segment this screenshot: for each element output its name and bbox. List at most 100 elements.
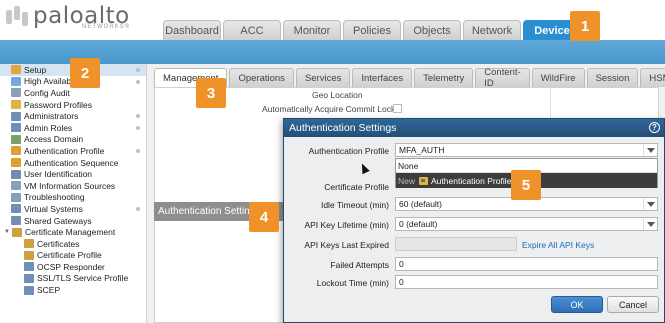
sidebar-item-icon: [11, 123, 21, 133]
callout-4: 4: [249, 202, 279, 232]
sidebar-item-shared-gateways[interactable]: Shared Gateways: [0, 215, 146, 227]
sidebar-item-ssl-tls-service-profile[interactable]: SSL/TLS Service Profile: [0, 273, 146, 285]
app-header: paloalto NETWORKS® Dashboard ACC Monitor…: [0, 0, 665, 40]
expand-icon[interactable]: ▼: [4, 229, 11, 235]
sidebar-item-user-identification[interactable]: User Identification: [0, 168, 146, 180]
cancel-button[interactable]: Cancel: [607, 296, 659, 313]
sidebar-item-icon: [11, 192, 21, 202]
subtab-telemetry[interactable]: Telemetry: [414, 68, 474, 87]
sidebar-item-label: Troubleshooting: [24, 192, 85, 203]
sidebar-item-virtual-systems[interactable]: Virtual Systems: [0, 203, 146, 215]
api-key-lifetime-label: API Key Lifetime (min): [304, 220, 389, 230]
status-dot-icon: [136, 79, 140, 84]
acquire-lock-label: Automatically Acquire Commit Lock: [262, 104, 396, 114]
chevron-down-icon[interactable]: [643, 144, 657, 156]
subtab-session[interactable]: Session: [586, 68, 639, 87]
status-dot-icon: [136, 149, 140, 154]
tab-network[interactable]: Network: [463, 20, 521, 40]
sidebar-item-troubleshooting[interactable]: Troubleshooting: [0, 192, 146, 204]
failed-attempts-value: 0: [399, 259, 404, 269]
sidebar-item-label: Certificate Profile: [37, 250, 102, 261]
dropdown-new-label: Authentication Profile: [431, 175, 512, 186]
auth-profile-select[interactable]: MFA_AUTH: [395, 143, 658, 157]
sidebar-item-access-domain[interactable]: Access Domain: [0, 134, 146, 146]
chevron-down-icon[interactable]: [643, 198, 657, 210]
paloalto-logo-icon: [6, 4, 30, 28]
sidebar-item-icon: [11, 169, 21, 179]
mouse-cursor-icon: [358, 161, 370, 175]
dialog-title-bar: Authentication Settings ?: [284, 119, 664, 137]
sidebar-item-label: OCSP Responder: [37, 261, 105, 272]
lockout-time-value: 0: [399, 277, 404, 287]
failed-attempts-input[interactable]: 0: [395, 257, 658, 271]
sidebar-item-icon: [11, 204, 21, 214]
sidebar-item-certificate-management[interactable]: ▼ Certificate Management: [0, 226, 146, 238]
sidebar-item-ocsp-responder[interactable]: OCSP Responder: [0, 261, 146, 273]
sidebar-item-icon: [11, 111, 21, 121]
sidebar-item-icon: [11, 158, 21, 168]
authentication-profile-icon: [419, 176, 429, 185]
subtab-content-id[interactable]: Content-ID: [475, 67, 530, 89]
sidebar-item-icon: [24, 262, 34, 272]
sidebar-item-label: Virtual Systems: [24, 203, 83, 214]
brand-sub: NETWORKS®: [82, 24, 131, 30]
idle-timeout-value: 60 (default): [399, 199, 442, 209]
sidebar-item-icon: [24, 273, 34, 283]
sidebar-item-authentication-sequence[interactable]: Authentication Sequence: [0, 157, 146, 169]
api-key-lifetime-field[interactable]: 0 (default): [395, 217, 658, 231]
sidebar-item-icon: [11, 100, 21, 110]
tab-monitor[interactable]: Monitor: [283, 20, 341, 40]
sidebar-item-label: Authentication Sequence: [24, 157, 119, 168]
sidebar-item-password-profiles[interactable]: Password Profiles: [0, 99, 146, 111]
ok-button[interactable]: OK: [551, 296, 603, 313]
sidebar-item-label: Administrators: [24, 111, 79, 122]
sidebar: Setup High Availability Config Audit Passwo…: [0, 64, 147, 323]
sidebar-item-config-audit[interactable]: Config Audit: [0, 87, 146, 99]
sidebar-item-admin-roles[interactable]: Admin Roles: [0, 122, 146, 134]
callout-2: 2: [70, 58, 100, 88]
api-keys-last-expired-label: API Keys Last Expired: [304, 240, 389, 250]
sidebar-item-authentication-profile[interactable]: Authentication Profile: [0, 145, 146, 157]
tab-policies[interactable]: Policies: [343, 20, 401, 40]
sidebar-item-label: User Identification: [24, 169, 93, 180]
expire-all-api-keys-link[interactable]: Expire All API Keys: [522, 240, 594, 250]
sidebar-item-icon: [11, 181, 21, 191]
sidebar-item-label: SSL/TLS Service Profile: [37, 273, 129, 284]
dialog-title: Authentication Settings: [289, 122, 397, 134]
sidebar-item-label: Password Profiles: [24, 99, 93, 110]
tab-objects[interactable]: Objects: [403, 20, 461, 40]
sidebar-item-certificate-profile[interactable]: Certificate Profile: [0, 250, 146, 262]
acquire-lock-checkbox[interactable]: [393, 104, 402, 113]
subtab-hsm[interactable]: HSM: [640, 68, 665, 87]
subtab-operations[interactable]: Operations: [229, 68, 294, 87]
callout-3: 3: [196, 78, 226, 108]
top-nav: Dashboard ACC Monitor Policies Objects N…: [163, 20, 581, 40]
subtab-interfaces[interactable]: Interfaces: [352, 68, 413, 87]
subtab-wildfire[interactable]: WildFire: [531, 68, 585, 87]
help-icon[interactable]: ?: [649, 122, 660, 133]
sidebar-item-vm-information-sources[interactable]: VM Information Sources: [0, 180, 146, 192]
sidebar-item-icon: [11, 76, 21, 86]
tab-acc[interactable]: ACC: [223, 20, 281, 40]
lockout-time-input[interactable]: 0: [395, 275, 658, 289]
subtab-services[interactable]: Services: [295, 68, 351, 87]
sidebar-item-icon: [24, 285, 34, 295]
api-key-lifetime-value: 0 (default): [399, 219, 438, 229]
api-keys-last-expired-field: [395, 237, 517, 251]
sidebar-item-scep[interactable]: SCEP: [0, 284, 146, 296]
sidebar-item-certificates[interactable]: Certificates: [0, 238, 146, 250]
authentication-settings-dialog: Authentication Settings ? Authentication…: [283, 118, 665, 323]
lockout-time-label: Lockout Time (min): [316, 278, 389, 288]
sidebar-item-icon: [11, 134, 21, 144]
chevron-down-icon[interactable]: [643, 218, 657, 230]
sidebar-item-icon: [11, 146, 21, 156]
idle-timeout-label: Idle Timeout (min): [320, 200, 389, 210]
tab-dashboard[interactable]: Dashboard: [163, 20, 221, 40]
callout-5: 5: [511, 170, 541, 200]
sub-tabs: Management Operations Services Interfaces Te…: [154, 67, 665, 89]
sidebar-item-label: Authentication Profile: [24, 145, 105, 156]
sidebar-item-administrators[interactable]: Administrators: [0, 110, 146, 122]
auth-profile-value: MFA_AUTH: [399, 145, 445, 155]
sidebar-item-label: VM Information Sources: [24, 180, 116, 191]
sidebar-item-label: Setup: [24, 64, 47, 75]
